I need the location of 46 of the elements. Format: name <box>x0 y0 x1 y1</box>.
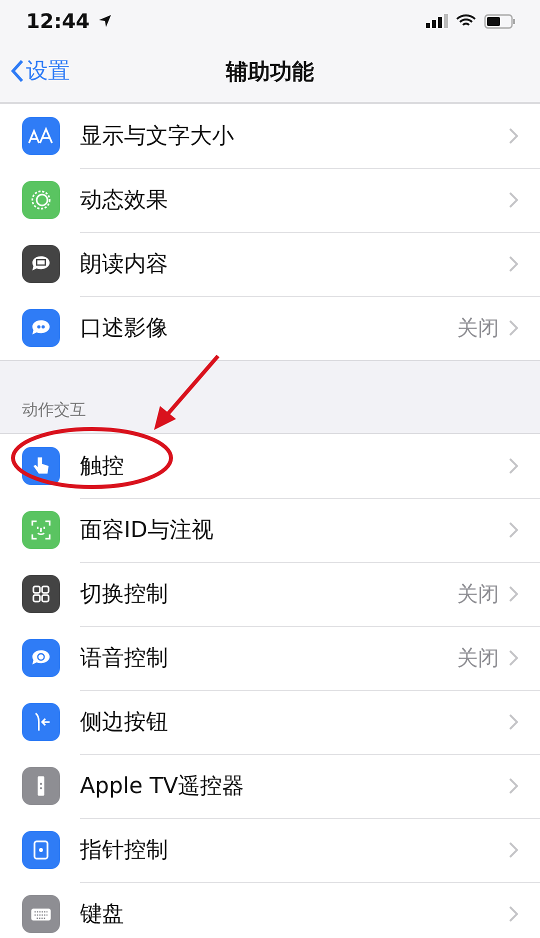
row-label: 朗读内容 <box>80 250 169 278</box>
side-button-icon <box>22 703 60 741</box>
chevron-right-icon <box>509 842 518 858</box>
voice-bubble-icon <box>22 639 60 677</box>
row-value: 关闭 <box>457 315 499 342</box>
row-label: 面容ID与注视 <box>80 516 214 544</box>
row-label: 动态效果 <box>80 186 169 214</box>
status-time: 12:44 <box>26 9 90 33</box>
chevron-right-icon <box>509 128 518 144</box>
row-label: 切换控制 <box>80 580 169 608</box>
chevron-right-icon <box>509 714 518 730</box>
back-button[interactable]: 设置 <box>10 56 70 86</box>
row-label: 语音控制 <box>80 644 169 672</box>
chevron-right-icon <box>509 256 518 272</box>
face-scan-icon <box>22 511 60 549</box>
row-value: 关闭 <box>457 580 499 608</box>
quote-bubble-icon <box>22 309 60 347</box>
chevron-right-icon <box>509 522 518 538</box>
chevron-right-icon <box>509 320 518 336</box>
chevron-right-icon <box>509 192 518 208</box>
page-title: 辅助功能 <box>226 59 314 87</box>
chevron-right-icon <box>509 778 518 794</box>
row-label: 侧边按钮 <box>80 708 169 736</box>
row-label: 触控 <box>80 452 125 480</box>
grid-squares-icon <box>22 575 60 613</box>
row-label: 口述影像 <box>80 315 169 343</box>
chevron-right-icon <box>509 906 518 922</box>
text-size-icon <box>22 117 60 155</box>
row-label: 显示与文字大小 <box>80 122 235 150</box>
chevron-right-icon <box>509 650 518 666</box>
chevron-right-icon <box>509 458 518 474</box>
row-label: 指针控制 <box>80 836 169 864</box>
row-label: Apple TV遥控器 <box>80 772 246 800</box>
back-chevron-icon <box>10 59 24 83</box>
row-label: 键盘 <box>80 901 125 929</box>
row-value: 关闭 <box>457 644 499 672</box>
section-header: 动作交互 <box>22 400 86 421</box>
location-arrow-icon <box>98 14 112 28</box>
chevron-right-icon <box>509 586 518 602</box>
speech-bubble-icon <box>22 245 60 283</box>
battery-icon <box>484 14 516 28</box>
wifi-icon <box>456 14 476 28</box>
signal-bars-icon <box>426 14 448 28</box>
remote-icon <box>22 767 60 805</box>
keyboard-icon <box>22 895 60 933</box>
pointer-square-icon <box>22 831 60 869</box>
